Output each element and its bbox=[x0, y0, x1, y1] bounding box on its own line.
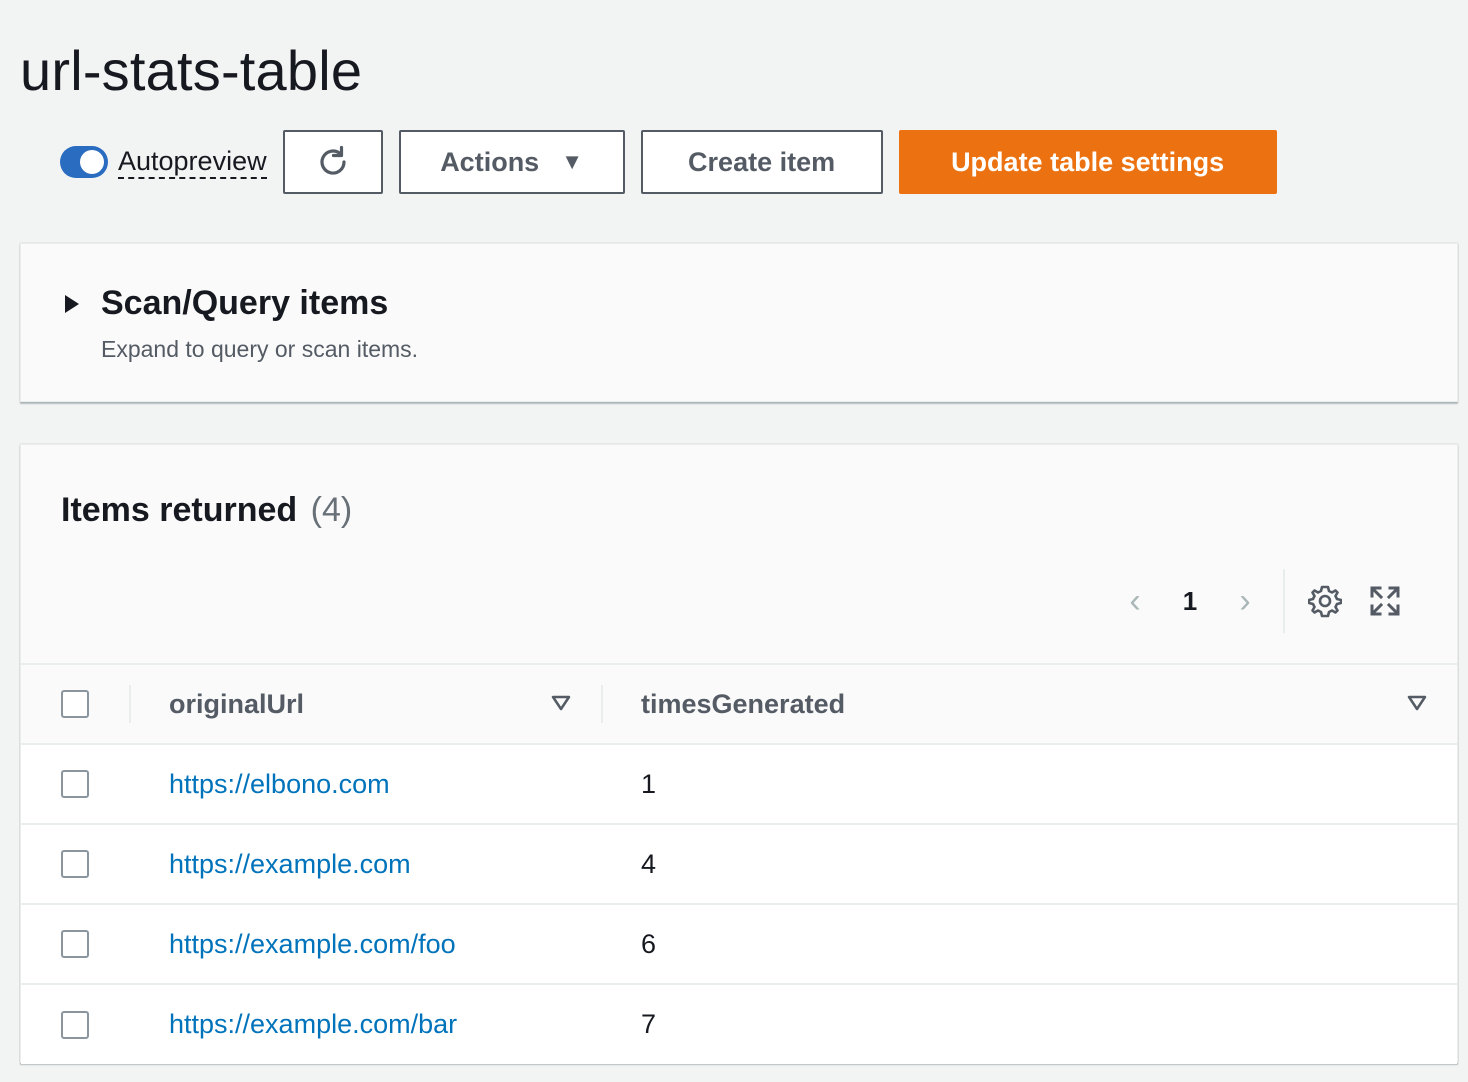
column-label-originalurl: originalUrl bbox=[169, 688, 305, 719]
times-generated-cell: 7 bbox=[641, 1009, 657, 1039]
refresh-button[interactable] bbox=[282, 130, 383, 194]
scan-query-description: Expand to query or scan items. bbox=[101, 336, 419, 362]
chevron-left-icon[interactable]: ‹ bbox=[1115, 582, 1155, 621]
url-link[interactable]: https://example.com bbox=[169, 849, 411, 879]
times-generated-cell: 6 bbox=[641, 928, 657, 959]
actions-dropdown-button[interactable]: Actions ▼ bbox=[398, 130, 625, 194]
row-checkbox[interactable] bbox=[61, 770, 89, 798]
sort-icon[interactable] bbox=[551, 695, 571, 711]
row-select-cell bbox=[21, 984, 129, 1064]
autopreview-toggle[interactable] bbox=[60, 146, 108, 178]
items-title-label: Items returned bbox=[61, 491, 298, 529]
items-returned-title: Items returned (4) bbox=[61, 491, 352, 530]
create-item-button[interactable]: Create item bbox=[640, 130, 883, 194]
url-cell: https://example.com bbox=[129, 824, 601, 904]
table-row[interactable]: https://example.com/foo 6 bbox=[21, 904, 1457, 984]
row-select-cell bbox=[21, 904, 129, 984]
column-header-timesgenerated[interactable]: timesGenerated bbox=[601, 664, 1457, 744]
items-table: originalUrl timesGenerated https://elbon… bbox=[21, 663, 1457, 1064]
expand-triangle-icon bbox=[65, 294, 79, 313]
row-checkbox[interactable] bbox=[61, 1010, 89, 1039]
scan-query-title: Scan/Query items bbox=[101, 284, 389, 322]
url-cell: https://elbono.com bbox=[129, 744, 601, 824]
row-checkbox[interactable] bbox=[61, 930, 89, 958]
items-count: (4) bbox=[310, 491, 353, 529]
times-generated-cell: 4 bbox=[641, 848, 657, 879]
times-generated-cell: 1 bbox=[641, 768, 657, 799]
autopreview-label[interactable]: Autopreview bbox=[118, 146, 267, 179]
table-row[interactable]: https://example.com/bar 7 bbox=[21, 984, 1457, 1064]
row-checkbox[interactable] bbox=[61, 850, 89, 878]
row-select-cell bbox=[21, 824, 129, 904]
column-header-originalurl[interactable]: originalUrl bbox=[129, 664, 601, 744]
chevron-right-icon[interactable]: › bbox=[1225, 582, 1265, 621]
current-page[interactable]: 1 bbox=[1155, 586, 1225, 617]
url-cell: https://example.com/bar bbox=[129, 984, 601, 1064]
column-label-timesgenerated: timesGenerated bbox=[641, 688, 846, 719]
refresh-icon bbox=[320, 145, 346, 175]
table-row[interactable]: https://elbono.com 1 bbox=[21, 744, 1457, 824]
fullscreen-icon[interactable] bbox=[1365, 581, 1405, 621]
caret-down-icon: ▼ bbox=[561, 149, 583, 174]
url-link[interactable]: https://elbono.com bbox=[169, 769, 390, 799]
select-all-checkbox[interactable] bbox=[61, 690, 89, 718]
url-link[interactable]: https://example.com/bar bbox=[169, 1009, 457, 1039]
toggle-knob bbox=[80, 150, 104, 174]
sort-icon[interactable] bbox=[1407, 695, 1427, 711]
header-select-cell bbox=[21, 664, 129, 744]
row-select-cell bbox=[21, 744, 129, 824]
column-divider bbox=[129, 685, 131, 723]
scan-query-expander[interactable]: Scan/Query items bbox=[65, 284, 388, 323]
url-link[interactable]: https://example.com/foo bbox=[169, 929, 456, 959]
items-returned-panel: Items returned (4) ‹ 1 › originalUrl tim… bbox=[20, 444, 1458, 1064]
actions-label: Actions bbox=[440, 146, 540, 177]
url-cell: https://example.com/foo bbox=[129, 904, 601, 984]
table-row[interactable]: https://example.com 4 bbox=[21, 824, 1457, 904]
table-header-row: originalUrl timesGenerated bbox=[21, 664, 1457, 744]
update-table-settings-button[interactable]: Update table settings bbox=[898, 130, 1277, 194]
pager-divider bbox=[1283, 569, 1285, 633]
column-divider bbox=[601, 685, 603, 723]
page-title: url-stats-table bbox=[20, 39, 363, 102]
toolbar: Autopreview Actions ▼ Create item Update… bbox=[60, 130, 1277, 194]
pagination: ‹ 1 › bbox=[1115, 569, 1405, 633]
settings-gear-icon[interactable] bbox=[1305, 581, 1345, 621]
scan-query-panel: Scan/Query items Expand to query or scan… bbox=[20, 243, 1458, 402]
